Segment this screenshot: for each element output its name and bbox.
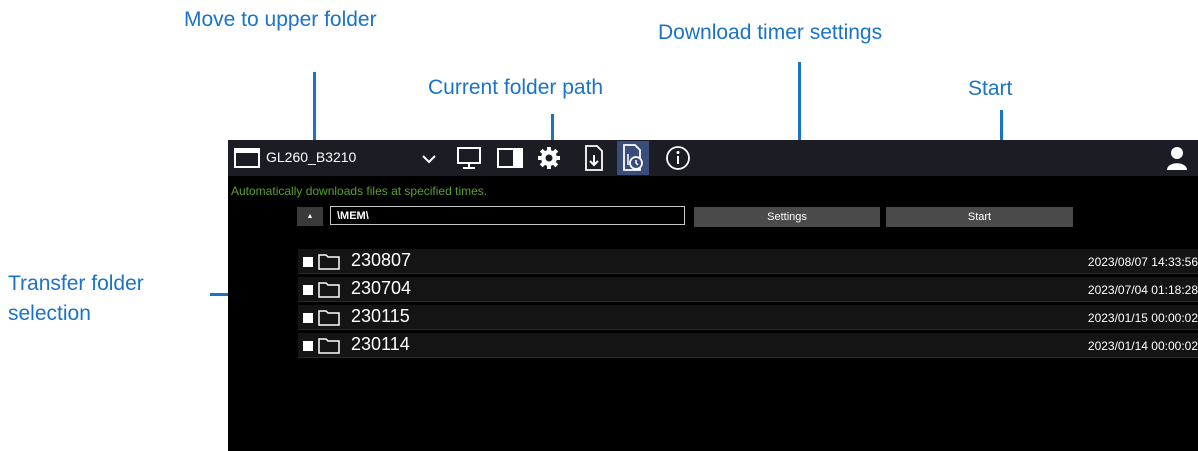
folder-icon <box>318 281 340 303</box>
folder-date: 2023/07/04 01:18:28 <box>1087 283 1198 297</box>
upper-folder-button[interactable]: ▲ <box>297 207 323 226</box>
file-timer-icon[interactable] <box>617 141 649 175</box>
callout-move-up: Move to upper folder <box>184 8 377 31</box>
callout-transfer-selection-line2: selection <box>8 302 91 325</box>
folder-path-input[interactable] <box>330 206 685 225</box>
hint-text: Automatically downloads files at specifi… <box>231 184 488 198</box>
callout-transfer-selection-line1: Transfer folder <box>8 272 144 295</box>
file-download-icon[interactable] <box>584 145 604 176</box>
callout-download-timer: Download timer settings <box>658 21 883 44</box>
top-bar: GL260_B3210 <box>228 140 1198 176</box>
folder-checkbox[interactable] <box>303 257 313 267</box>
user-icon[interactable] <box>1166 146 1188 175</box>
start-button[interactable]: Start <box>886 207 1073 227</box>
window-icon[interactable] <box>497 147 523 174</box>
folder-date: 2023/01/14 00:00:02 <box>1087 339 1198 353</box>
settings-button[interactable]: Settings <box>694 207 880 227</box>
callout-current-path: Current folder path <box>428 76 604 99</box>
callout-start: Start <box>968 77 1013 100</box>
gear-icon[interactable] <box>537 146 561 175</box>
device-name: GL260_B3210 <box>266 149 357 165</box>
folder-name: 230807 <box>351 250 412 270</box>
folder-checkbox[interactable] <box>303 285 313 295</box>
folder-row[interactable]: 230807 2023/08/07 14:33:56 <box>298 249 1198 274</box>
folder-row[interactable]: 230704 2023/07/04 01:18:28 <box>298 277 1198 302</box>
folder-icon <box>318 337 340 359</box>
folder-checkbox[interactable] <box>303 341 313 351</box>
info-icon[interactable] <box>665 145 691 176</box>
folder-name: 230704 <box>351 278 412 298</box>
folder-name: 230115 <box>351 306 410 326</box>
folder-date: 2023/01/15 00:00:02 <box>1087 311 1198 325</box>
folder-icon <box>318 253 340 275</box>
folder-row[interactable]: 230114 2023/01/14 00:00:02 <box>298 333 1198 358</box>
app-screen: GL260_B3210 Automatically downloads file… <box>228 140 1198 451</box>
folder-name: 230114 <box>351 334 410 354</box>
folder-icon <box>318 309 340 331</box>
monitor-icon[interactable] <box>456 146 482 175</box>
folder-row[interactable]: 230115 2023/01/15 00:00:02 <box>298 305 1198 330</box>
folder-checkbox[interactable] <box>303 313 313 323</box>
folder-date: 2023/08/07 14:33:56 <box>1087 255 1198 269</box>
chevron-down-icon[interactable] <box>421 152 437 170</box>
window-icon[interactable] <box>234 148 260 173</box>
